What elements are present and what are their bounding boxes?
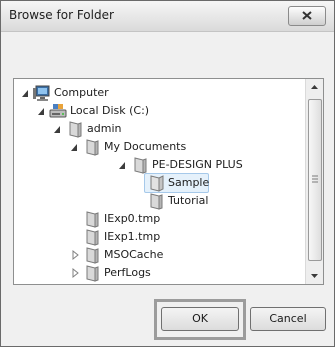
drive-icon (49, 104, 67, 118)
tree-item-label: admin (87, 122, 122, 135)
tree-item-tutorial[interactable]: Tutorial (14, 191, 305, 211)
tree-item-computer[interactable]: Computer (14, 83, 305, 103)
expanded-arrow-icon (22, 90, 28, 97)
collapsed-arrow-icon[interactable] (70, 267, 80, 279)
ok-button[interactable]: OK (161, 307, 239, 331)
tree-item-label: PerfLogs (104, 266, 151, 279)
folder-icon (134, 157, 147, 174)
tree-item-msocache[interactable]: MSOCache (14, 245, 305, 265)
scroll-down-arrow-icon (311, 274, 318, 278)
folder-tree[interactable]: Computer Local Disk (C:) admin My Docume… (13, 78, 324, 285)
cancel-button[interactable]: Cancel (250, 307, 326, 331)
scroll-up-button[interactable] (306, 79, 323, 96)
close-icon (302, 11, 312, 20)
folder-icon (86, 229, 99, 246)
folder-icon (86, 139, 99, 156)
expanded-arrow-icon (71, 144, 77, 151)
tree-item-label: MSOCache (104, 248, 164, 261)
tree-item-local-disk[interactable]: Local Disk (C:) (14, 101, 305, 121)
expanded-arrow-icon (119, 162, 125, 169)
folder-open-icon (150, 175, 164, 192)
tree-item-label: Sample (168, 176, 210, 189)
folder-icon (86, 247, 99, 264)
tree-item-label: My Documents (104, 140, 187, 153)
tree-item-label: Computer (54, 86, 109, 99)
scroll-up-arrow-icon (311, 85, 318, 89)
folder-icon (150, 193, 163, 210)
scrollbar-thumb[interactable] (308, 99, 322, 261)
vertical-scrollbar[interactable] (305, 79, 323, 284)
tree-item-label: IExp1.tmp (104, 230, 161, 243)
tree-item-label: PE-DESIGN PLUS (152, 158, 243, 171)
tree-item-admin[interactable]: admin (14, 119, 305, 139)
tree-item-perflogs[interactable]: PerfLogs (14, 263, 305, 283)
tree-item-label: Tutorial (168, 194, 209, 207)
folder-icon (69, 121, 82, 138)
tree-item-iexp1[interactable]: IExp1.tmp (14, 227, 305, 247)
tree-item-iexp0[interactable]: IExp0.tmp (14, 209, 305, 229)
computer-icon (33, 85, 50, 101)
expanded-arrow-icon (38, 108, 44, 115)
tree-item-pe-design-plus[interactable]: PE-DESIGN PLUS (14, 155, 305, 175)
expanded-arrow-icon (54, 126, 60, 133)
grip-icon (312, 175, 318, 183)
dialog-title: Browse for Folder (9, 8, 114, 22)
tree-item-sample[interactable]: Sample (14, 173, 305, 193)
tree-item-label: Local Disk (C:) (70, 104, 150, 117)
title-bar[interactable]: Browse for Folder (1, 1, 334, 32)
collapsed-arrow-icon[interactable] (70, 249, 80, 261)
scroll-down-button[interactable] (306, 267, 323, 284)
browse-for-folder-dialog: Browse for Folder Computer Local Disk (C… (0, 0, 335, 347)
close-button[interactable] (288, 6, 326, 26)
tree-item-label: IExp0.tmp (104, 212, 161, 225)
folder-icon (86, 265, 99, 282)
tree-item-my-documents[interactable]: My Documents (14, 137, 305, 157)
folder-icon (86, 211, 99, 228)
